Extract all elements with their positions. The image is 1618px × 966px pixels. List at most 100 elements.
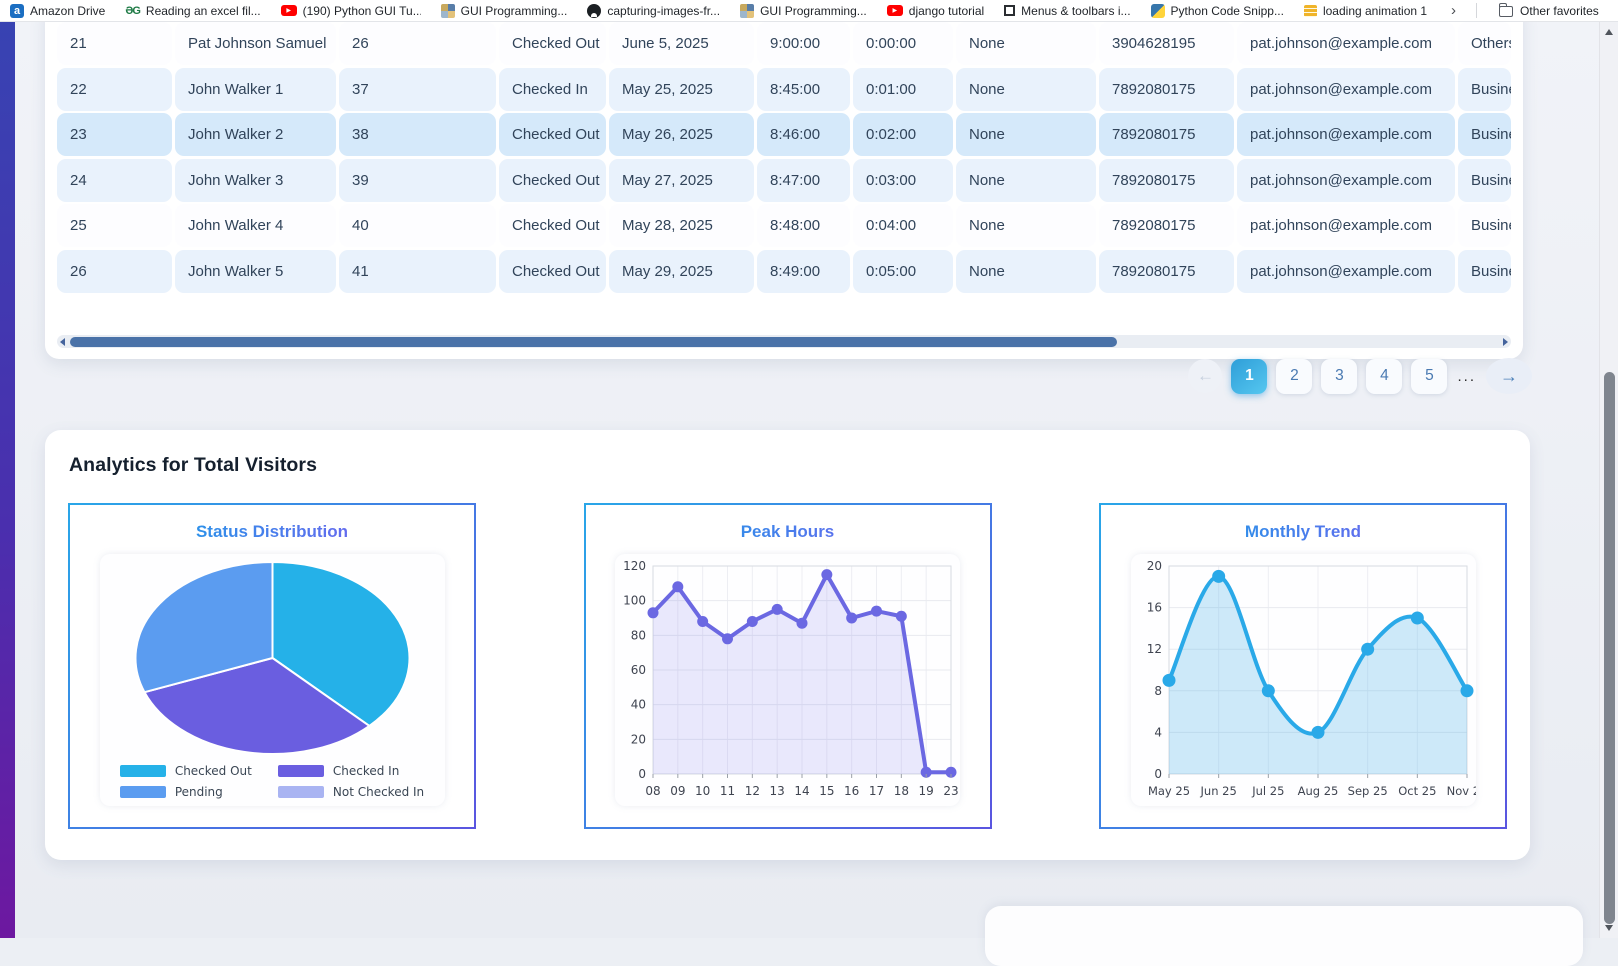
svg-text:Sep 25: Sep 25 xyxy=(1347,784,1387,798)
cell-time[interactable]: 8:45:00 xyxy=(757,67,850,111)
cell-id[interactable]: 21 xyxy=(57,22,172,65)
table-row-21[interactable]: 21 Pat Johnson Samuel 26 Checked Out June 5,… xyxy=(57,22,1511,65)
cell-extra[interactable]: None xyxy=(956,67,1096,111)
cell-age[interactable]: 41 xyxy=(339,249,496,293)
table-row-26[interactable]: 26 John Walker 5 41 Checked Out May 29, 2025… xyxy=(57,249,1511,293)
cell-duration[interactable]: 0:02:00 xyxy=(853,113,953,156)
bookmark-menus-toolbars-i[interactable]: Menus & toolbars i... xyxy=(1004,4,1131,18)
bookmark-gui-programming[interactable]: GUI Programming... xyxy=(740,3,867,18)
pagination-page-5[interactable]: 5 xyxy=(1411,358,1448,394)
cell-id[interactable]: 22 xyxy=(57,67,172,111)
pagination-prev-button[interactable]: ← xyxy=(1188,359,1223,393)
cell-type[interactable]: Business xyxy=(1458,113,1511,156)
cell-time[interactable]: 8:46:00 xyxy=(757,113,850,156)
pagination-next-button[interactable]: → xyxy=(1486,358,1532,394)
cell-extra[interactable]: None xyxy=(956,113,1096,156)
table-row-25[interactable]: 25 John Walker 4 40 Checked Out May 28, 2025… xyxy=(57,204,1511,247)
cell-age[interactable]: 26 xyxy=(339,22,496,65)
cell-date[interactable]: May 28, 2025 xyxy=(609,204,754,247)
table-row-23[interactable]: 23 John Walker 2 38 Checked Out May 26, 2025… xyxy=(57,113,1511,156)
bookmark-gui-programming[interactable]: GUI Programming... xyxy=(440,3,567,18)
table-row-22[interactable]: 22 John Walker 1 37 Checked In May 25, 2025 8… xyxy=(57,67,1511,111)
cell-date[interactable]: May 25, 2025 xyxy=(609,67,754,111)
cell-phone[interactable]: 7892080175 xyxy=(1099,249,1234,293)
cell-age[interactable]: 37 xyxy=(339,67,496,111)
cell-status[interactable]: Checked Out xyxy=(499,204,606,247)
cell-age[interactable]: 38 xyxy=(339,113,496,156)
scrollbar-up-arrow-icon[interactable] xyxy=(1605,29,1613,35)
bookmark-loading-animation-1[interactable]: loading animation 1 xyxy=(1303,4,1427,18)
cell-phone[interactable]: 7892080175 xyxy=(1099,67,1234,111)
cell-extra[interactable]: None xyxy=(956,22,1096,65)
table-horizontal-scrollbar[interactable] xyxy=(57,335,1511,348)
cell-date[interactable]: May 26, 2025 xyxy=(609,113,754,156)
cell-type[interactable]: Business xyxy=(1458,158,1511,202)
pagination-page-4[interactable]: 4 xyxy=(1366,358,1403,394)
cell-id[interactable]: 26 xyxy=(57,249,172,293)
page-scrollbar-thumb[interactable] xyxy=(1604,372,1615,924)
cell-duration[interactable]: 0:01:00 xyxy=(853,67,953,111)
cell-extra[interactable]: None xyxy=(956,249,1096,293)
scroll-left-arrow-icon[interactable] xyxy=(60,338,65,346)
cell-age[interactable]: 39 xyxy=(339,158,496,202)
page-scrollbar[interactable] xyxy=(1599,22,1618,938)
cell-name[interactable]: John Walker 2 xyxy=(175,113,336,156)
bookmarks-overflow-chevron-icon[interactable]: › xyxy=(1451,2,1456,19)
cell-duration[interactable]: 0:05:00 xyxy=(853,249,953,293)
cell-email[interactable]: pat.johnson@example.com xyxy=(1237,158,1455,202)
bookmark-reading-an-excel-fil[interactable]: ƏG Reading an excel fil... xyxy=(125,4,260,18)
cell-time[interactable]: 8:49:00 xyxy=(757,249,850,293)
cell-name[interactable]: John Walker 5 xyxy=(175,249,336,293)
cell-duration[interactable]: 0:04:00 xyxy=(853,204,953,247)
cell-id[interactable]: 24 xyxy=(57,158,172,202)
cell-id[interactable]: 25 xyxy=(57,204,172,247)
cell-email[interactable]: pat.johnson@example.com xyxy=(1237,67,1455,111)
cell-age[interactable]: 40 xyxy=(339,204,496,247)
cell-date[interactable]: May 29, 2025 xyxy=(609,249,754,293)
pagination-page-1[interactable]: 1 xyxy=(1231,358,1268,394)
cell-type[interactable]: Others xyxy=(1458,22,1511,65)
bookmark-capturing-images-fr[interactable]: capturing-images-fr... xyxy=(587,3,720,18)
cell-status[interactable]: Checked Out xyxy=(499,158,606,202)
cell-phone[interactable]: 7892080175 xyxy=(1099,113,1234,156)
scrollbar-down-arrow-icon[interactable] xyxy=(1605,925,1613,931)
cell-date[interactable]: May 27, 2025 xyxy=(609,158,754,202)
bookmark-python-code-snipp[interactable]: Python Code Snipp... xyxy=(1150,3,1284,18)
cell-status[interactable]: Checked In xyxy=(499,67,606,111)
cell-time[interactable]: 9:00:00 xyxy=(757,22,850,65)
other-favorites-button[interactable]: Other favorites xyxy=(1498,2,1599,18)
table-scrollbar-thumb[interactable] xyxy=(70,336,1117,347)
table-row-24[interactable]: 24 John Walker 3 39 Checked Out May 27, 2025… xyxy=(57,158,1511,202)
cell-name[interactable]: John Walker 1 xyxy=(175,67,336,111)
cell-phone[interactable]: 3904628195 xyxy=(1099,22,1234,65)
cell-extra[interactable]: None xyxy=(956,158,1096,202)
cell-status[interactable]: Checked Out xyxy=(499,113,606,156)
cell-phone[interactable]: 7892080175 xyxy=(1099,158,1234,202)
cell-phone[interactable]: 7892080175 xyxy=(1099,204,1234,247)
pagination-page-3[interactable]: 3 xyxy=(1321,358,1358,394)
cell-duration[interactable]: 0:00:00 xyxy=(853,22,953,65)
cell-email[interactable]: pat.johnson@example.com xyxy=(1237,204,1455,247)
cell-status[interactable]: Checked Out xyxy=(499,249,606,293)
cell-name[interactable]: John Walker 4 xyxy=(175,204,336,247)
cell-id[interactable]: 23 xyxy=(57,113,172,156)
cell-name[interactable]: John Walker 3 xyxy=(175,158,336,202)
cell-name[interactable]: Pat Johnson Samuel xyxy=(175,22,336,65)
cell-extra[interactable]: None xyxy=(956,204,1096,247)
bookmark-190-python-gui-tu[interactable]: ▶ (190) Python GUI Tu... xyxy=(280,4,421,18)
bookmark-django-tutorial[interactable]: ▶ django tutorial xyxy=(886,4,984,18)
cell-duration[interactable]: 0:03:00 xyxy=(853,158,953,202)
cell-status[interactable]: Checked Out xyxy=(499,22,606,65)
cell-email[interactable]: pat.johnson@example.com xyxy=(1237,249,1455,293)
scroll-right-arrow-icon[interactable] xyxy=(1503,338,1508,346)
cell-date[interactable]: June 5, 2025 xyxy=(609,22,754,65)
cell-email[interactable]: pat.johnson@example.com xyxy=(1237,113,1455,156)
cell-type[interactable]: Business xyxy=(1458,204,1511,247)
pagination-page-2[interactable]: 2 xyxy=(1276,358,1313,394)
cell-time[interactable]: 8:48:00 xyxy=(757,204,850,247)
cell-type[interactable]: Business xyxy=(1458,249,1511,293)
cell-email[interactable]: pat.johnson@example.com xyxy=(1237,22,1455,65)
bookmark-amazon-drive[interactable]: a Amazon Drive xyxy=(10,3,105,18)
cell-time[interactable]: 8:47:00 xyxy=(757,158,850,202)
cell-type[interactable]: Business xyxy=(1458,67,1511,111)
